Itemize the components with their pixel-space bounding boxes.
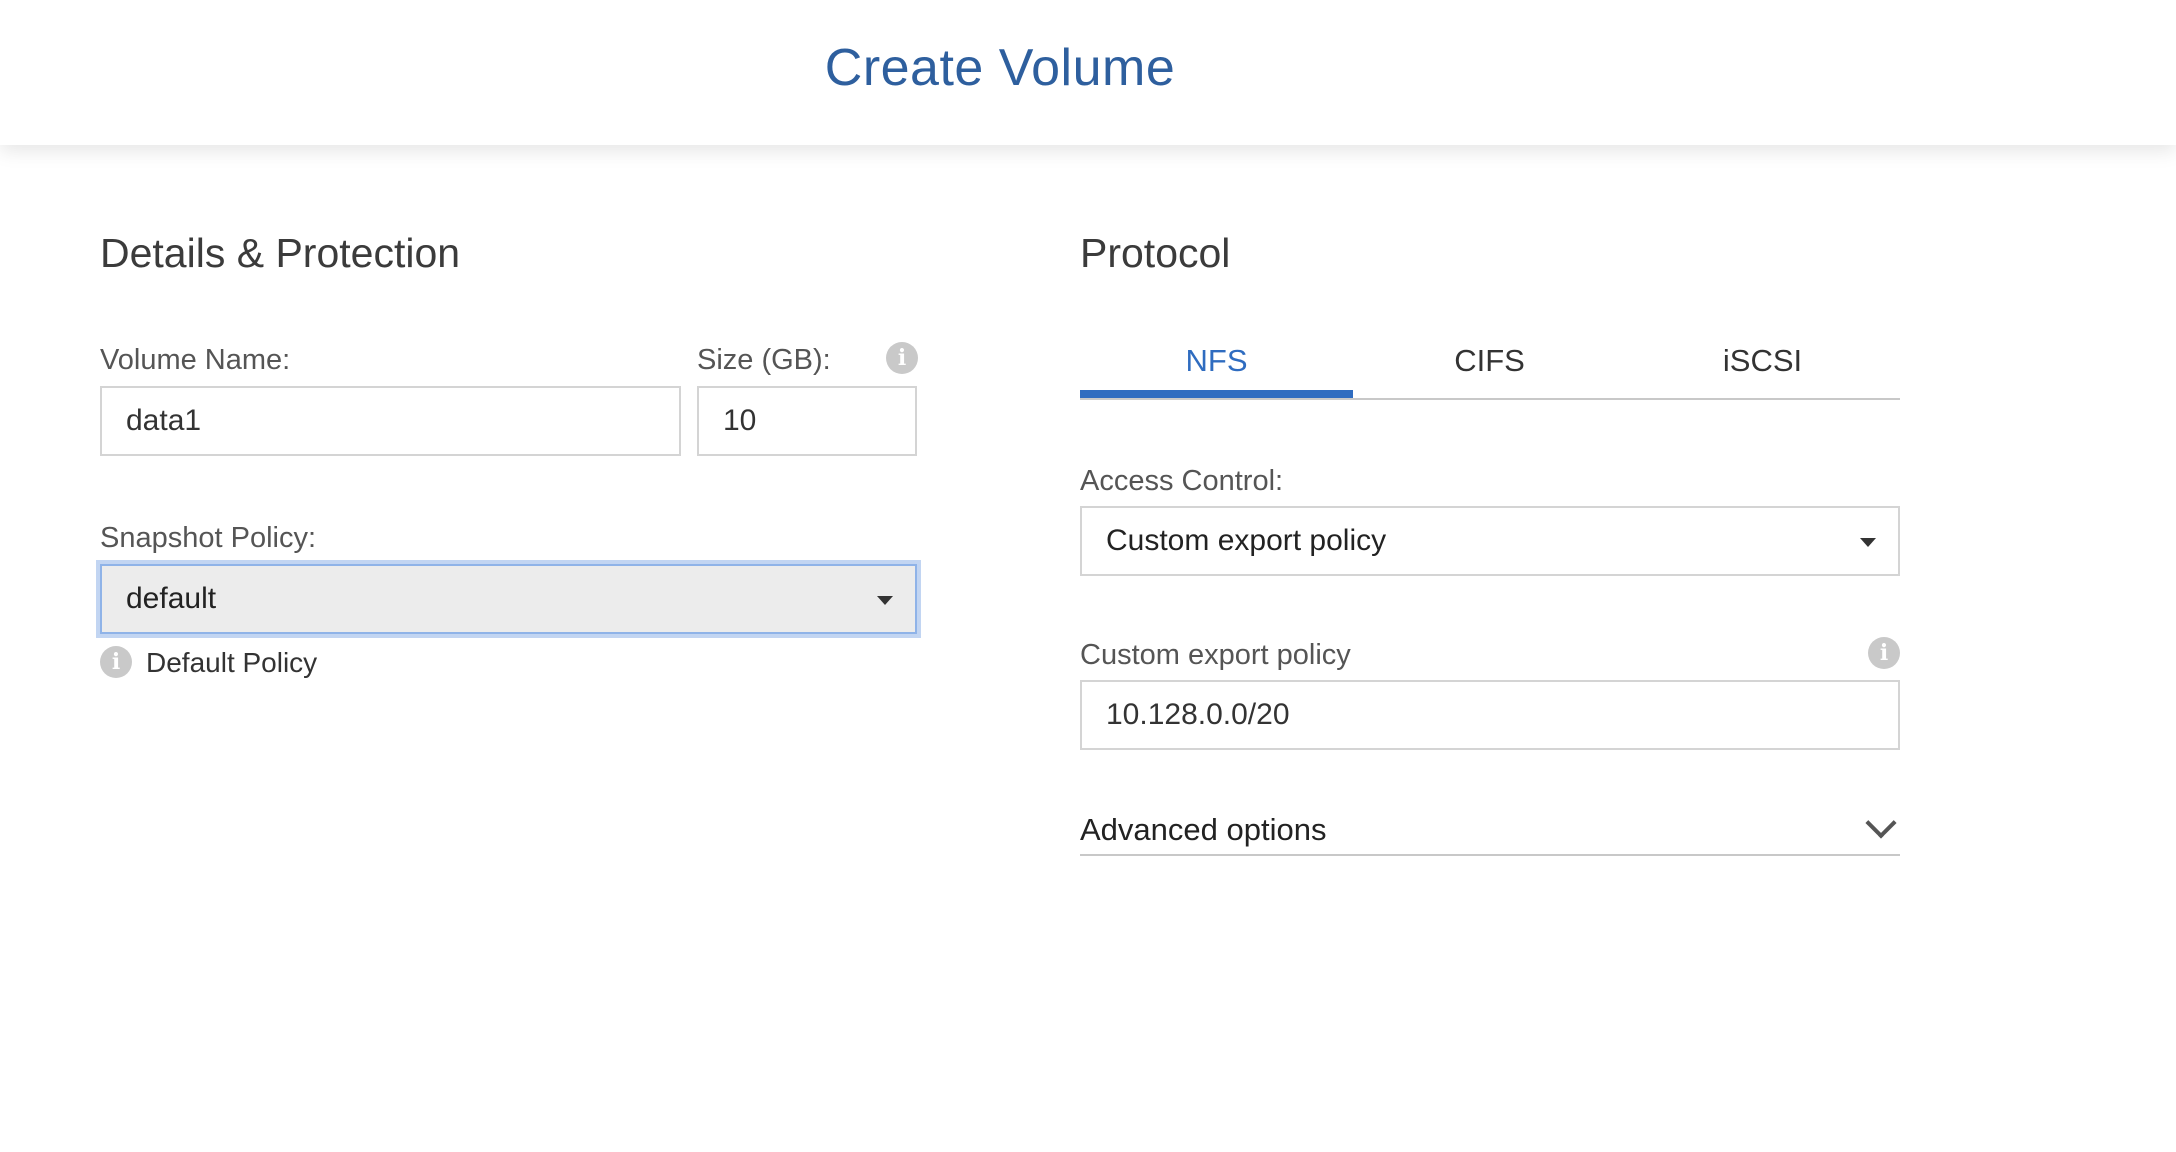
advanced-options-label: Advanced options	[1080, 812, 1327, 847]
export-policy-info-icon[interactable]: i	[1868, 637, 1900, 669]
snapshot-policy-select[interactable]: default	[100, 564, 917, 634]
export-policy-label: Custom export policy	[1080, 639, 1351, 671]
snapshot-policy-value: default	[126, 582, 217, 615]
volume-name-label: Volume Name:	[100, 344, 291, 376]
export-policy-input[interactable]: 10.128.0.0/20	[1080, 680, 1900, 750]
protocol-tabs: NFS CIFS iSCSI	[1080, 330, 1900, 400]
tab-nfs[interactable]: NFS	[1080, 330, 1353, 398]
protocol-section-title: Protocol	[1080, 230, 1231, 276]
size-label: Size (GB):	[697, 344, 831, 376]
create-volume-page: Create Volume Details & Protection Volum…	[0, 0, 2176, 1152]
details-section-title: Details & Protection	[100, 230, 461, 276]
tab-cifs[interactable]: CIFS	[1353, 330, 1626, 398]
header: Create Volume	[0, 0, 2176, 145]
page-title: Create Volume	[824, 39, 1176, 97]
caret-down-icon	[1860, 538, 1876, 547]
access-control-value: Custom export policy	[1106, 524, 1387, 557]
access-control-label: Access Control:	[1080, 465, 1284, 497]
advanced-options-toggle[interactable]: Advanced options	[1080, 807, 1900, 856]
size-info-icon[interactable]: i	[886, 342, 918, 374]
volume-name-input[interactable]: data1	[100, 386, 681, 456]
access-control-select[interactable]: Custom export policy	[1080, 506, 1900, 576]
snapshot-hint-text: Default Policy	[146, 647, 318, 678]
chevron-down-icon	[1865, 807, 1897, 839]
snapshot-info-icon: i	[100, 646, 132, 678]
snapshot-policy-label: Snapshot Policy:	[100, 522, 317, 554]
size-input[interactable]: 10	[697, 386, 917, 456]
caret-down-icon	[877, 596, 893, 605]
tab-iscsi[interactable]: iSCSI	[1626, 330, 1899, 398]
